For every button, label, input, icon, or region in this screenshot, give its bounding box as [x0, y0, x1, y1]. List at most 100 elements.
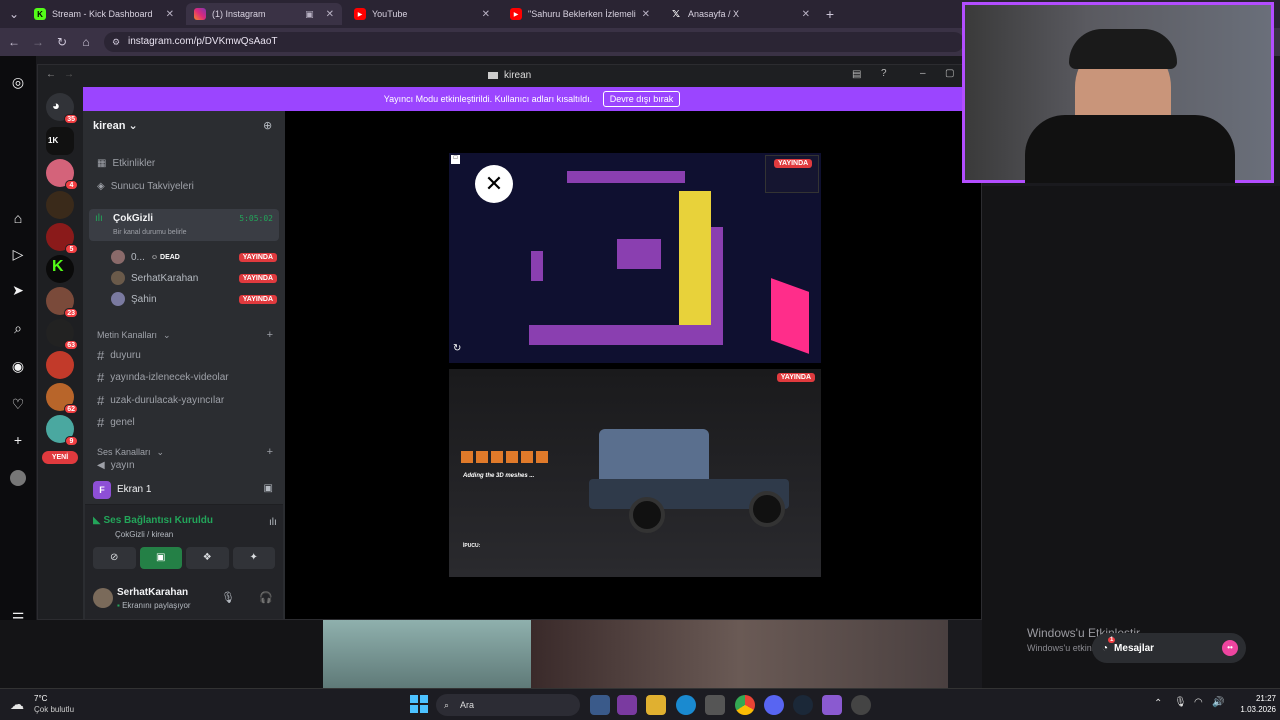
- close-icon[interactable]: ✕: [326, 9, 334, 20]
- heart-icon[interactable]: ♡: [10, 396, 26, 412]
- channel-yayincilar[interactable]: # uzak-durulacak-yayıncılar: [91, 390, 277, 410]
- stream-tile-platformer[interactable]: □ ✕ YAYINDA ↻: [449, 153, 821, 363]
- inbox-icon[interactable]: ▤: [852, 69, 861, 80]
- stream-tile-truck[interactable]: YAYINDA Adding the 3D meshes ... İPUCU:: [449, 369, 821, 577]
- taskbar-search[interactable]: ⌕ Ara: [436, 694, 580, 716]
- screen-share-card[interactable]: F Ekran 1 ▣: [85, 475, 283, 505]
- camera-off-icon[interactable]: ⊘: [93, 547, 136, 569]
- connection-status-text: Ses Bağlantısı Kuruldu: [103, 515, 213, 526]
- close-icon[interactable]: ✕: [166, 9, 174, 20]
- activities-icon[interactable]: ❖: [186, 547, 229, 569]
- server-icon[interactable]: 5: [46, 223, 78, 254]
- instagram-logo-icon[interactable]: ◎: [10, 74, 26, 90]
- windows-start-icon[interactable]: [410, 695, 428, 713]
- server-icon[interactable]: 62: [46, 383, 78, 414]
- noise-icon[interactable]: ılı: [269, 517, 277, 528]
- add-channel-icon[interactable]: +: [267, 446, 273, 458]
- voice-member[interactable]: SerhatKarahan YAYINDA: [105, 268, 277, 288]
- close-icon[interactable]: ✕: [482, 9, 490, 20]
- discord-icon[interactable]: [764, 695, 784, 715]
- server-icon[interactable]: [46, 351, 74, 379]
- volume-icon[interactable]: 🔊: [1212, 697, 1224, 708]
- server-icon[interactable]: [46, 191, 74, 219]
- send-icon[interactable]: ➤: [10, 282, 26, 298]
- screen-share-active-icon[interactable]: ▣: [139, 547, 182, 569]
- home-icon[interactable]: ⌂: [78, 34, 94, 50]
- channel-genel[interactable]: # genel: [91, 412, 277, 432]
- clock-date[interactable]: 1.03.2026: [1228, 705, 1276, 714]
- tab-list-icon[interactable]: ⌄: [6, 6, 22, 22]
- new-badge[interactable]: YENİ: [42, 451, 78, 464]
- connection-location[interactable]: ÇokGizli / kirean: [115, 530, 173, 539]
- app-icon[interactable]: [822, 695, 842, 715]
- discord-home-icon[interactable]: ◕ 35: [46, 93, 78, 124]
- search-icon[interactable]: ⌕: [10, 320, 26, 336]
- channel-duyuru[interactable]: # duyuru: [91, 345, 277, 365]
- headphones-icon[interactable]: 🎧: [259, 591, 273, 604]
- disable-streamer-mode-button[interactable]: Devre dışı bırak: [602, 91, 681, 107]
- store-icon[interactable]: [705, 695, 725, 715]
- server-icon[interactable]: 23: [46, 287, 78, 318]
- weather-icon[interactable]: ☁: [10, 696, 24, 713]
- tab-youtube-2[interactable]: ▶ "Sahuru Beklerken İzlemelik Ed... ✕: [502, 3, 658, 25]
- app-icon[interactable]: [617, 695, 637, 715]
- server-icon[interactable]: 63: [46, 319, 78, 350]
- reload-icon[interactable]: ↻: [54, 34, 70, 50]
- tab-kick[interactable]: K Stream - Kick Dashboard ✕: [26, 3, 182, 25]
- channel-status-hint[interactable]: Bir kanal durumu belirle: [113, 229, 187, 236]
- new-tab-icon[interactable]: +: [822, 6, 838, 22]
- task-view-icon[interactable]: [590, 695, 610, 715]
- back-icon[interactable]: ←: [6, 34, 22, 50]
- voice-member[interactable]: Şahin YAYINDA: [105, 289, 277, 309]
- microphone-icon[interactable]: 🎙: [221, 591, 235, 604]
- steam-icon[interactable]: [793, 695, 813, 715]
- menu-boosts[interactable]: ◈ Sunucu Takviyeleri: [91, 176, 277, 196]
- create-icon[interactable]: +: [10, 432, 26, 448]
- url-input[interactable]: ⚙ instagram.com/p/DVKmwQsAaoT: [104, 32, 964, 52]
- forward-icon[interactable]: →: [64, 69, 74, 80]
- voice-member[interactable]: 0... ☺ DEAD YAYINDA: [105, 247, 277, 267]
- minimize-icon[interactable]: –: [920, 68, 926, 79]
- back-icon[interactable]: ←: [46, 69, 56, 80]
- voice-channel-yayin[interactable]: ◀ yayın: [91, 459, 277, 471]
- microphone-icon[interactable]: 🎙: [1174, 697, 1187, 708]
- explore-icon[interactable]: ◉: [10, 358, 26, 374]
- chrome-icon[interactable]: [735, 695, 755, 715]
- file-explorer-icon[interactable]: [646, 695, 666, 715]
- messages-toast[interactable]: ◔ 1 Mesajlar ••: [1092, 633, 1246, 663]
- voice-channel-cokgizli[interactable]: ılı ÇokGizli 5:05:02 Bir kanal durumu be…: [89, 209, 279, 241]
- live-badge: YAYINDA: [238, 294, 277, 304]
- server-icon[interactable]: K: [46, 255, 74, 283]
- help-icon[interactable]: ?: [881, 68, 887, 79]
- server-icon[interactable]: 4: [46, 159, 78, 190]
- tab-x[interactable]: 𝕏 Anasayfa / X ✕: [662, 3, 818, 25]
- channel-videolar[interactable]: # yayında-izlenecek-videolar: [91, 367, 277, 387]
- tab-youtube[interactable]: ▶ YouTube ✕: [346, 3, 498, 25]
- avatar[interactable]: [10, 470, 26, 486]
- close-icon[interactable]: ✕: [802, 9, 810, 20]
- tab-instagram[interactable]: (1) Instagram ▣ ✕: [186, 3, 342, 25]
- wifi-icon[interactable]: ◠: [1194, 697, 1203, 708]
- site-info-icon[interactable]: ⚙: [112, 32, 120, 52]
- reels-icon[interactable]: ▷: [10, 246, 26, 262]
- invite-icon[interactable]: ⊕: [263, 119, 272, 132]
- avatar[interactable]: [93, 588, 113, 608]
- server-name[interactable]: kirean ⌄: [93, 119, 138, 132]
- boost-icon: ◈: [97, 180, 105, 192]
- forward-icon[interactable]: →: [30, 34, 46, 50]
- cast-icon[interactable]: ▣: [305, 9, 314, 20]
- add-channel-icon[interactable]: +: [267, 329, 273, 341]
- stop-share-icon[interactable]: ▣: [264, 483, 273, 494]
- category-text-channels[interactable]: Metin Kanalları ⌄ +: [91, 325, 277, 345]
- app-icon[interactable]: [851, 695, 871, 715]
- close-icon[interactable]: ✕: [642, 9, 650, 20]
- chevron-up-icon[interactable]: ⌃: [1154, 698, 1162, 709]
- menu-events[interactable]: ▦ Etkinlikler: [91, 153, 277, 173]
- maximize-icon[interactable]: ▢: [945, 68, 954, 79]
- server-icon[interactable]: 9: [46, 415, 78, 446]
- server-icon[interactable]: 1K: [46, 127, 74, 155]
- home-icon[interactable]: ⌂: [10, 210, 26, 226]
- soundboard-icon[interactable]: ✦: [232, 547, 275, 569]
- edge-icon[interactable]: [676, 695, 696, 715]
- clock-time[interactable]: 21:27: [1236, 694, 1276, 703]
